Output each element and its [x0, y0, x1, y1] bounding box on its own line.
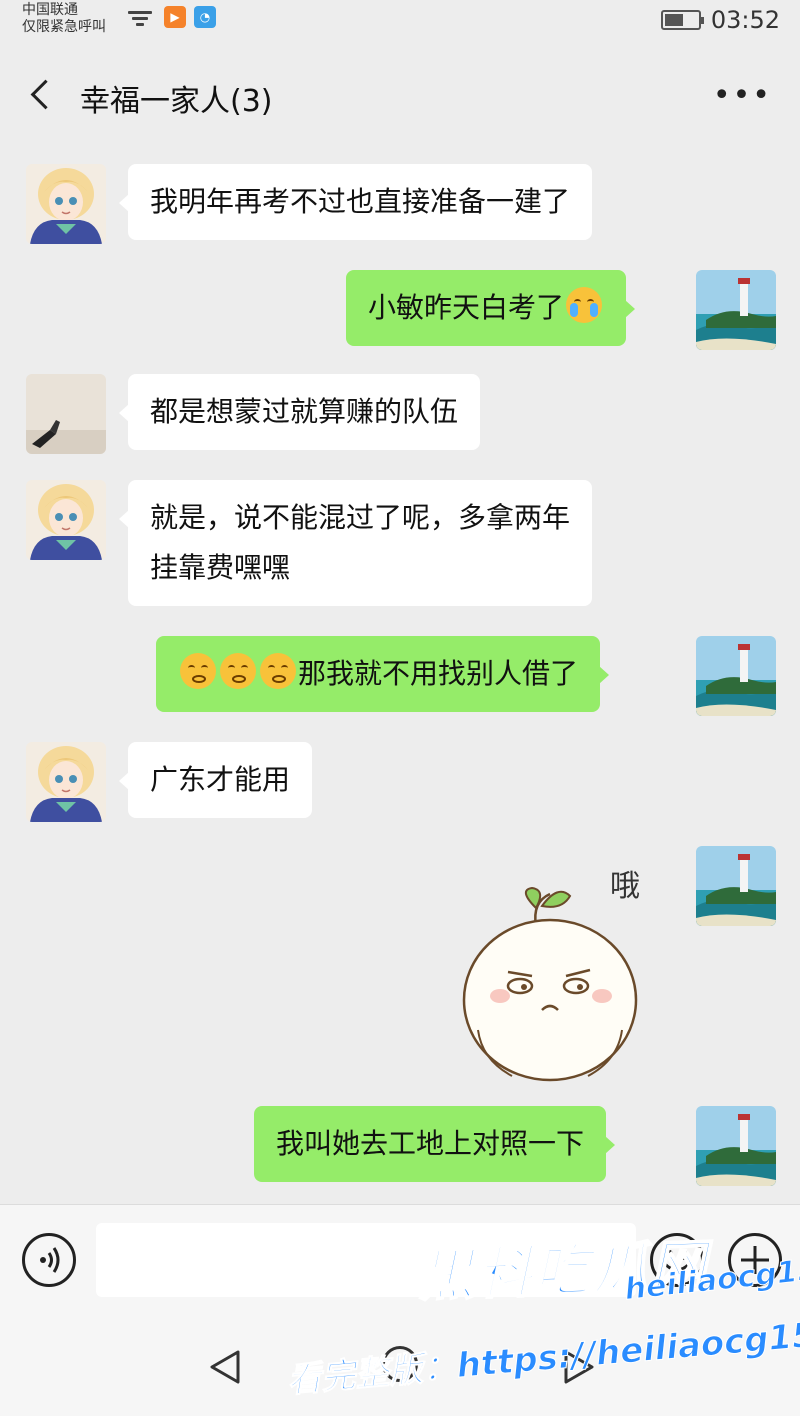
- sticker-caption: 哦: [610, 869, 640, 904]
- avatar-lighthouse-image: [696, 636, 776, 716]
- thinking-emoji-icon: [180, 653, 216, 689]
- avatar[interactable]: [26, 480, 106, 560]
- message-bubble-incoming[interactable]: 就是，说不能混过了呢，多拿两年 挂靠费嘿嘿: [118, 480, 593, 606]
- message-bubble-outgoing[interactable]: 那我就不用找别人借了: [156, 636, 610, 712]
- back-button[interactable]: [26, 76, 56, 112]
- message-text: 广东才能用: [150, 763, 291, 796]
- message-text-line: 就是，说不能混过了呢，多拿两年: [150, 501, 571, 534]
- avatar[interactable]: [696, 1106, 776, 1186]
- message-text: 我叫她去工地上对照一下: [276, 1127, 585, 1160]
- more-options-button[interactable]: •••: [713, 78, 772, 113]
- message-text: 那我就不用找别人借了: [298, 657, 579, 690]
- thinking-emoji-icon: [260, 653, 296, 689]
- avatar-lighthouse-image: [696, 846, 776, 926]
- nav-back-icon[interactable]: [208, 1348, 242, 1386]
- sticker-message[interactable]: 哦: [458, 850, 668, 1090]
- avatar-cartoon-girl-image: [26, 480, 106, 560]
- avatar-lighthouse-image: [696, 1106, 776, 1186]
- avatar[interactable]: [26, 374, 106, 454]
- status-bar: 中国联通 仅限紧急呼叫 ▶ ◔ 03:52: [0, 0, 800, 44]
- avatar[interactable]: [696, 270, 776, 350]
- message-bubble-incoming[interactable]: 我明年再考不过也直接准备一建了: [118, 164, 593, 240]
- status-right: 03:52: [660, 6, 780, 34]
- chat-title: 幸福一家人(3): [80, 84, 273, 119]
- avatar[interactable]: [26, 742, 106, 822]
- status-time: 03:52: [710, 6, 780, 34]
- carrier-name: 中国联通: [22, 2, 78, 18]
- voice-icon[interactable]: [22, 1233, 76, 1287]
- chat-header: 幸福一家人(3) •••: [0, 56, 800, 132]
- message-text-line: 挂靠费嘿嘿: [150, 551, 291, 584]
- message-text: 我明年再考不过也直接准备一建了: [150, 185, 571, 218]
- avatar[interactable]: [696, 846, 776, 926]
- carrier-info: 中国联通 仅限紧急呼叫: [22, 2, 106, 36]
- avatar-lighthouse-image: [696, 270, 776, 350]
- avatar-cartoon-girl-image: [26, 742, 106, 822]
- battery-icon: [660, 10, 704, 30]
- message-text: 小敏昨天白考了: [368, 291, 565, 324]
- message-bubble-outgoing[interactable]: 我叫她去工地上对照一下: [254, 1106, 616, 1182]
- message-bubble-outgoing[interactable]: 小敏昨天白考了: [346, 270, 636, 346]
- signal-icon: [128, 7, 156, 27]
- message-bubble-incoming[interactable]: 广东才能用: [118, 742, 313, 818]
- sticker-sprout-face-image: 哦: [462, 869, 640, 1082]
- avatar[interactable]: [696, 636, 776, 716]
- avatar-photo-image: [26, 374, 106, 454]
- message-bubble-incoming[interactable]: 都是想蒙过就算赚的队伍: [118, 374, 481, 450]
- avatar-cartoon-girl-image: [26, 164, 106, 244]
- carrier-status: 仅限紧急呼叫: [22, 19, 106, 35]
- chat-app-icon: ◔: [194, 6, 216, 28]
- thinking-emoji-icon: [220, 653, 256, 689]
- status-app-icons: ▶ ◔: [128, 6, 216, 28]
- video-app-icon: ▶: [164, 6, 186, 28]
- avatar[interactable]: [26, 164, 106, 244]
- message-text: 都是想蒙过就算赚的队伍: [150, 395, 459, 428]
- crying-laughing-emoji-icon: [566, 287, 603, 323]
